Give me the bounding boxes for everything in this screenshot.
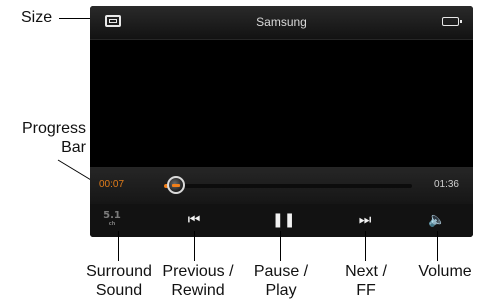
surround-sound-icon[interactable]: 5.1 ch	[102, 210, 122, 228]
battery-icon	[442, 17, 462, 26]
next-ff-callout-line2: FF	[356, 282, 376, 299]
surround-sound-callout: Surround Sound	[81, 262, 157, 300]
pause-play-callout-line1: Pause /	[253, 263, 309, 280]
progress-bar-callout-line1: Progress	[21, 120, 86, 137]
pause-play-callout-line2: Play	[265, 282, 297, 299]
progress-bar[interactable]	[164, 176, 412, 194]
top-bar: Samsung	[90, 6, 473, 40]
previous-callout-line	[194, 231, 195, 261]
previous-icon[interactable]: ⏮	[183, 213, 205, 227]
volume-callout: Volume	[418, 263, 472, 280]
pause-icon[interactable]: ❚❚	[272, 213, 295, 227]
progress-panel: 00:07 01:36	[90, 167, 473, 204]
total-time: 01:36	[433, 179, 459, 190]
progress-bar-callout: Progress Bar	[8, 119, 86, 157]
pause-callout-line	[280, 231, 281, 261]
volume-icon[interactable]: 🔈	[428, 213, 446, 227]
player-title: Samsung	[256, 15, 307, 29]
next-ff-callout-line1: Next /	[345, 263, 387, 280]
previous-rewind-callout-line1: Previous /	[162, 263, 234, 280]
size-callout: Size	[21, 9, 53, 26]
surround-sound-callout-line1: Surround	[86, 263, 152, 280]
surround-main-label: 5.1	[103, 210, 121, 221]
media-player: Samsung 00:07 01:36 5.1 ch ⏮ ❚❚ ⏭ 🔈	[90, 6, 473, 237]
progress-knob[interactable]	[167, 176, 186, 194]
pause-play-callout: Pause / Play	[249, 262, 313, 300]
next-ff-callout: Next / FF	[337, 262, 395, 300]
video-area[interactable]	[90, 40, 473, 165]
control-bar: 5.1 ch ⏮ ❚❚ ⏭ 🔈	[90, 204, 473, 237]
previous-rewind-callout: Previous / Rewind	[158, 262, 238, 300]
next-callout-line	[365, 231, 366, 261]
surround-sound-callout-line2: Sound	[95, 282, 143, 299]
progress-bar-callout-line2: Bar	[61, 139, 86, 156]
previous-rewind-callout-line2: Rewind	[171, 282, 225, 299]
volume-callout-line	[437, 231, 438, 261]
elapsed-time: 00:07	[99, 179, 125, 190]
next-icon[interactable]: ⏭	[354, 213, 376, 227]
surround-sub-label: ch	[108, 221, 116, 227]
surround-callout-line	[118, 231, 119, 261]
